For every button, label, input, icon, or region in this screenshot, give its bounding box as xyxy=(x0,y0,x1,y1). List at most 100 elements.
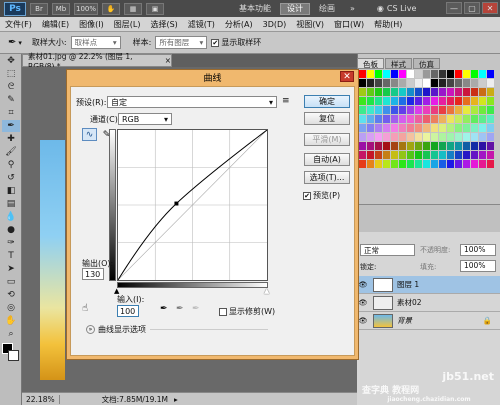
dialog-close-button[interactable]: ✕ xyxy=(340,71,354,82)
close-window-button[interactable]: ✕ xyxy=(482,2,498,14)
swatch[interactable] xyxy=(487,142,494,150)
swatch[interactable] xyxy=(431,97,438,105)
menu-image[interactable]: 图像(I) xyxy=(74,19,109,30)
swatch[interactable] xyxy=(439,151,446,159)
fill-input[interactable]: 100% xyxy=(460,260,496,272)
ok-button[interactable]: 确定 xyxy=(304,95,350,108)
swatch[interactable] xyxy=(415,97,422,105)
swatch[interactable] xyxy=(399,133,406,141)
swatches-grid[interactable] xyxy=(359,70,495,200)
swatch[interactable] xyxy=(487,88,494,96)
swatch[interactable] xyxy=(359,124,366,132)
swatch[interactable] xyxy=(399,124,406,132)
quick-select-tool-icon[interactable]: ✎ xyxy=(2,94,20,106)
lasso-tool-icon[interactable]: ᘓ xyxy=(2,81,20,93)
black-eyedropper-icon[interactable]: ✒ xyxy=(160,304,168,314)
menu-layer[interactable]: 图层(L) xyxy=(109,19,146,30)
swatch[interactable] xyxy=(399,142,406,150)
swatch[interactable] xyxy=(471,97,478,105)
swatch[interactable] xyxy=(463,115,470,123)
menu-edit[interactable]: 编辑(E) xyxy=(37,19,74,30)
layer-row[interactable]: 👁 背景 🔒 xyxy=(357,312,500,330)
swatch[interactable] xyxy=(479,151,486,159)
swatch[interactable] xyxy=(407,106,414,114)
swatch[interactable] xyxy=(487,151,494,159)
swatch[interactable] xyxy=(423,70,430,78)
swatch[interactable] xyxy=(383,106,390,114)
swatch[interactable] xyxy=(375,88,382,96)
swatch[interactable] xyxy=(487,70,494,78)
swatch[interactable] xyxy=(423,106,430,114)
swatch[interactable] xyxy=(479,79,486,87)
swatch[interactable] xyxy=(455,115,462,123)
swatch[interactable] xyxy=(383,151,390,159)
swatch[interactable] xyxy=(391,160,398,168)
swatch[interactable] xyxy=(431,160,438,168)
workspace-essentials[interactable]: 基本功能 xyxy=(233,3,277,15)
pen-tool-icon[interactable]: ✑ xyxy=(2,237,20,249)
swatch[interactable] xyxy=(463,142,470,150)
menu-window[interactable]: 窗口(W) xyxy=(329,19,369,30)
swatch[interactable] xyxy=(367,142,374,150)
swatch[interactable] xyxy=(375,133,382,141)
swatch[interactable] xyxy=(383,79,390,87)
workspace-painting[interactable]: 绘画 xyxy=(313,3,341,15)
swatch[interactable] xyxy=(431,79,438,87)
eraser-tool-icon[interactable]: ◧ xyxy=(2,185,20,197)
swatch[interactable] xyxy=(383,124,390,132)
status-menu-arrow-icon[interactable]: ▸ xyxy=(174,395,178,404)
output-input[interactable]: 130 xyxy=(82,268,104,280)
swatch[interactable] xyxy=(423,79,430,87)
swatch[interactable] xyxy=(487,115,494,123)
image-canvas[interactable] xyxy=(40,140,65,380)
swatch[interactable] xyxy=(463,151,470,159)
show-clipping-checkbox[interactable]: 显示修剪(W) xyxy=(219,306,275,317)
swatch[interactable] xyxy=(447,97,454,105)
swatch[interactable] xyxy=(447,151,454,159)
swatch[interactable] xyxy=(487,124,494,132)
swatch[interactable] xyxy=(423,151,430,159)
swatch[interactable] xyxy=(359,133,366,141)
crop-tool-icon[interactable]: ⌗ xyxy=(2,107,20,119)
swatch[interactable] xyxy=(423,97,430,105)
eyedropper-tool-icon[interactable]: ✒ xyxy=(8,37,16,48)
swatch[interactable] xyxy=(463,106,470,114)
swatch[interactable] xyxy=(471,70,478,78)
swatch[interactable] xyxy=(375,115,382,123)
swatch[interactable] xyxy=(423,133,430,141)
swatch[interactable] xyxy=(391,115,398,123)
swatch[interactable] xyxy=(463,70,470,78)
marquee-tool-icon[interactable]: ⬚ xyxy=(2,68,20,80)
swatch[interactable] xyxy=(471,79,478,87)
background-color[interactable] xyxy=(8,350,19,361)
swatch[interactable] xyxy=(439,88,446,96)
swatch[interactable] xyxy=(391,97,398,105)
swatch[interactable] xyxy=(447,142,454,150)
swatch[interactable] xyxy=(367,106,374,114)
zoom-readout[interactable]: 22.18% xyxy=(22,394,60,404)
dodge-tool-icon[interactable]: ● xyxy=(2,224,20,236)
menu-help[interactable]: 帮助(H) xyxy=(369,19,407,30)
white-eyedropper-icon[interactable]: ✒ xyxy=(192,304,200,314)
swatch[interactable] xyxy=(407,79,414,87)
target-adjust-hand-icon[interactable]: ☝ xyxy=(82,303,88,314)
arrange-docs-button[interactable]: ▦ xyxy=(124,2,142,15)
swatch[interactable] xyxy=(399,151,406,159)
swatch[interactable] xyxy=(415,88,422,96)
preset-select[interactable]: 自定 ▾ xyxy=(107,96,277,108)
swatch[interactable] xyxy=(383,97,390,105)
swatch[interactable] xyxy=(447,79,454,87)
swatch[interactable] xyxy=(359,88,366,96)
swatch[interactable] xyxy=(471,151,478,159)
swatch[interactable] xyxy=(399,79,406,87)
swatch[interactable] xyxy=(431,142,438,150)
show-sampling-ring-checkbox[interactable]: ✔ 显示取样环 xyxy=(211,37,261,48)
swatch[interactable] xyxy=(471,142,478,150)
swatch[interactable] xyxy=(391,106,398,114)
swatch[interactable] xyxy=(423,88,430,96)
opacity-input[interactable]: 100% xyxy=(460,244,496,256)
blur-tool-icon[interactable]: 💧 xyxy=(2,211,20,223)
3d-camera-tool-icon[interactable]: ◎ xyxy=(2,302,20,314)
swatch[interactable] xyxy=(367,160,374,168)
swatch[interactable] xyxy=(447,115,454,123)
